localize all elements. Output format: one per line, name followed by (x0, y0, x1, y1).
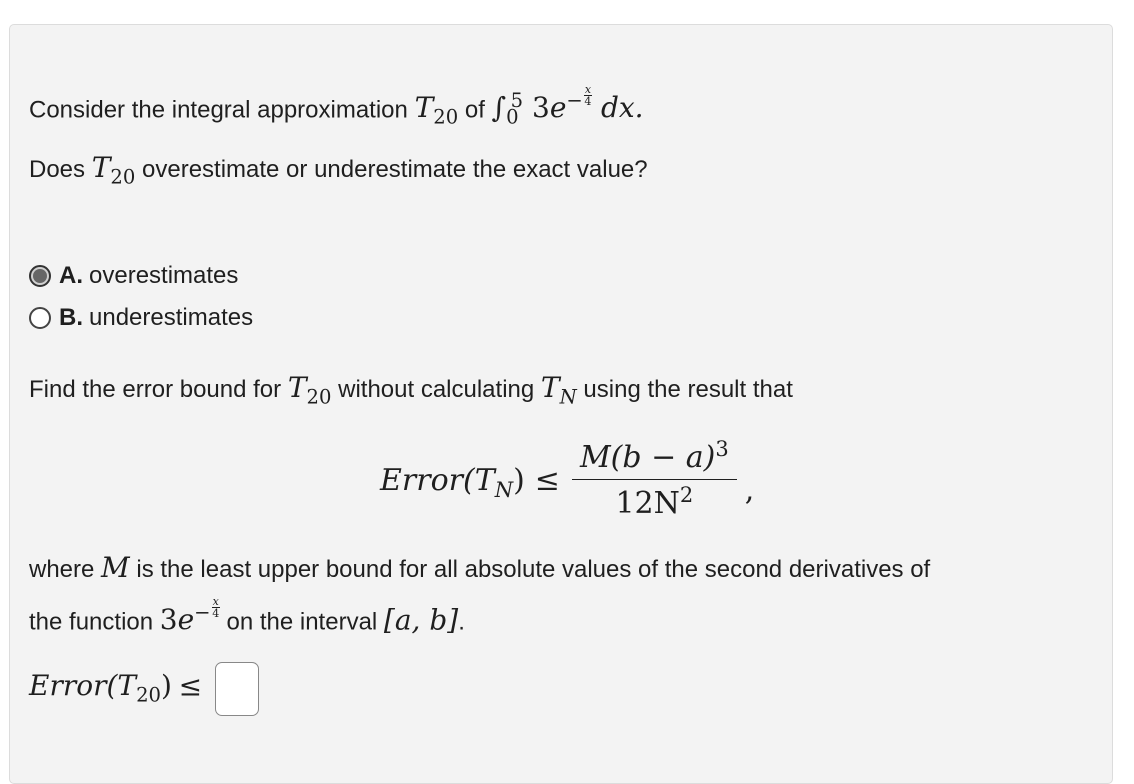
does-text: Does (29, 156, 86, 183)
integral-statement: Consider the integral approximation T20 … (29, 83, 644, 129)
formula-lhs: Error(TN) (380, 463, 525, 502)
error-bound-prompt: Find the error bound for T20 without cal… (29, 371, 793, 409)
where-line-2: the function 3e− x 4 on the interval [a, b… (29, 596, 465, 634)
where-text: on the interval (226, 608, 378, 636)
choice-b[interactable]: B. underestimates (29, 304, 253, 332)
where-line-1: where M is the least upper bound for all… (29, 554, 930, 582)
t20-symbol: T20 (287, 371, 332, 409)
error-formula: Error(TN) ≤ M(b − a)3 12N2 , (380, 439, 755, 522)
tn-symbol: TN (540, 371, 577, 409)
prompt-text: using the result that (583, 376, 793, 403)
radio-button[interactable] (29, 307, 51, 329)
choice-label: overestimates (89, 262, 239, 289)
where-text: where (29, 556, 95, 583)
t20-symbol: T20 (91, 151, 136, 189)
answer-row: Error(T20) ≤ (29, 662, 259, 716)
choice-a[interactable]: A. overestimates (29, 262, 238, 290)
integral-expression: ∫05 3e− x 4 dx. (491, 83, 644, 129)
answer-input[interactable] (214, 662, 259, 716)
interval-expression: [a, b] (383, 603, 459, 637)
formula-fraction: M(b − a)3 12N2 (571, 439, 737, 522)
function-expression: 3e− x 4 (159, 595, 220, 637)
prompt-text: Find the error bound for (29, 376, 282, 403)
leq-symbol: ≤ (178, 669, 203, 703)
overestimate-question: Does T20 overestimate or underestimate t… (29, 151, 648, 189)
where-text: the function (29, 608, 154, 636)
comma: , (744, 473, 755, 508)
fraction-numerator: M(b − a)3 (571, 439, 737, 480)
answer-lhs: Error(T20) (29, 669, 172, 707)
t20-symbol: T20 (414, 91, 459, 129)
of-text: of (464, 96, 485, 124)
where-text: is the least upper bound for all absolut… (136, 556, 931, 583)
choice-label: underestimates (89, 304, 254, 331)
intro-text: Consider the integral approximation (29, 96, 408, 124)
radio-button-selected[interactable] (29, 265, 51, 287)
m-symbol: M (101, 551, 130, 584)
choice-letter: B. (59, 304, 83, 331)
leq-symbol: ≤ (534, 463, 560, 498)
choice-letter: A. (59, 262, 83, 289)
fraction-denominator: 12N2 (615, 483, 694, 522)
prompt-text: without calculating (338, 376, 535, 403)
question-text: overestimate or underestimate the exact … (142, 156, 648, 183)
period: . (458, 608, 465, 636)
